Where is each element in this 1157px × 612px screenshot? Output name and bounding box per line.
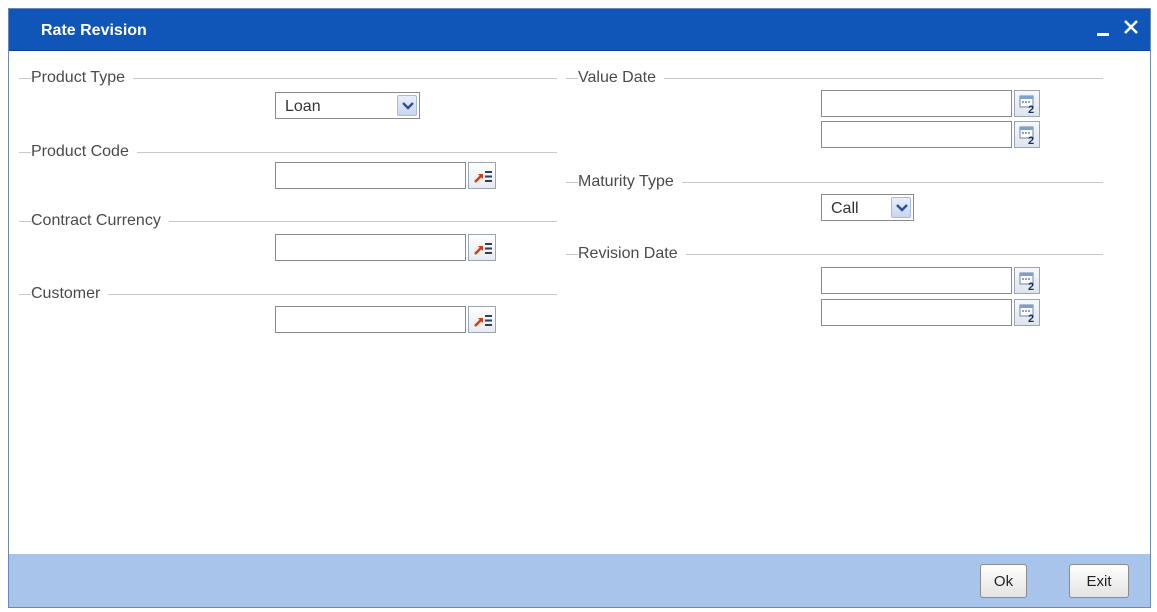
value-date-to-calendar-icon[interactable] xyxy=(1014,121,1040,148)
product-type-legend: Product Type xyxy=(19,68,557,88)
revision-date-to-calendar-icon[interactable] xyxy=(1014,299,1040,326)
maturity-type-legend: Maturity Type xyxy=(566,172,1103,192)
exit-button[interactable]: Exit xyxy=(1069,564,1129,598)
close-icon[interactable] xyxy=(1118,15,1144,41)
customer-input[interactable] xyxy=(275,306,466,333)
value-date-label: Value Date xyxy=(578,69,664,87)
chevron-down-icon[interactable] xyxy=(891,197,911,218)
contract-currency-legend: Contract Currency xyxy=(19,211,557,231)
value-date-legend: Value Date xyxy=(566,68,1103,88)
contract-currency-label: Contract Currency xyxy=(31,212,169,230)
revision-date-legend: Revision Date xyxy=(566,244,1103,264)
product-code-input[interactable] xyxy=(275,162,466,189)
ok-button[interactable]: Ok xyxy=(980,564,1027,598)
customer-lov-icon[interactable] xyxy=(468,306,496,333)
rate-revision-window: Rate Revision Product Type Loan Product … xyxy=(8,8,1151,608)
title-bar[interactable]: Rate Revision xyxy=(9,9,1150,51)
customer-legend: Customer xyxy=(19,284,557,304)
value-date-from-calendar-icon[interactable] xyxy=(1014,90,1040,117)
maturity-type-value: Call xyxy=(831,200,859,217)
value-date-from-input[interactable] xyxy=(821,90,1012,117)
footer-bar: Ok Exit xyxy=(9,554,1150,607)
value-date-to-input[interactable] xyxy=(821,121,1012,148)
maturity-type-select[interactable]: Call xyxy=(821,194,914,221)
product-code-label: Product Code xyxy=(31,143,137,161)
contract-currency-lov-icon[interactable] xyxy=(468,234,496,261)
revision-date-label: Revision Date xyxy=(578,245,686,263)
customer-label: Customer xyxy=(31,285,109,303)
product-code-lov-icon[interactable] xyxy=(468,162,496,189)
contract-currency-input[interactable] xyxy=(275,234,466,261)
window-title: Rate Revision xyxy=(41,22,147,39)
product-type-value: Loan xyxy=(285,98,321,115)
product-type-select[interactable]: Loan xyxy=(275,92,420,119)
product-type-label: Product Type xyxy=(31,69,133,87)
product-code-legend: Product Code xyxy=(19,142,557,162)
revision-date-from-calendar-icon[interactable] xyxy=(1014,267,1040,294)
minimize-icon[interactable] xyxy=(1090,15,1116,41)
revision-date-to-input[interactable] xyxy=(821,299,1012,326)
chevron-down-icon[interactable] xyxy=(397,95,417,116)
maturity-type-label: Maturity Type xyxy=(578,173,682,191)
revision-date-from-input[interactable] xyxy=(821,267,1012,294)
